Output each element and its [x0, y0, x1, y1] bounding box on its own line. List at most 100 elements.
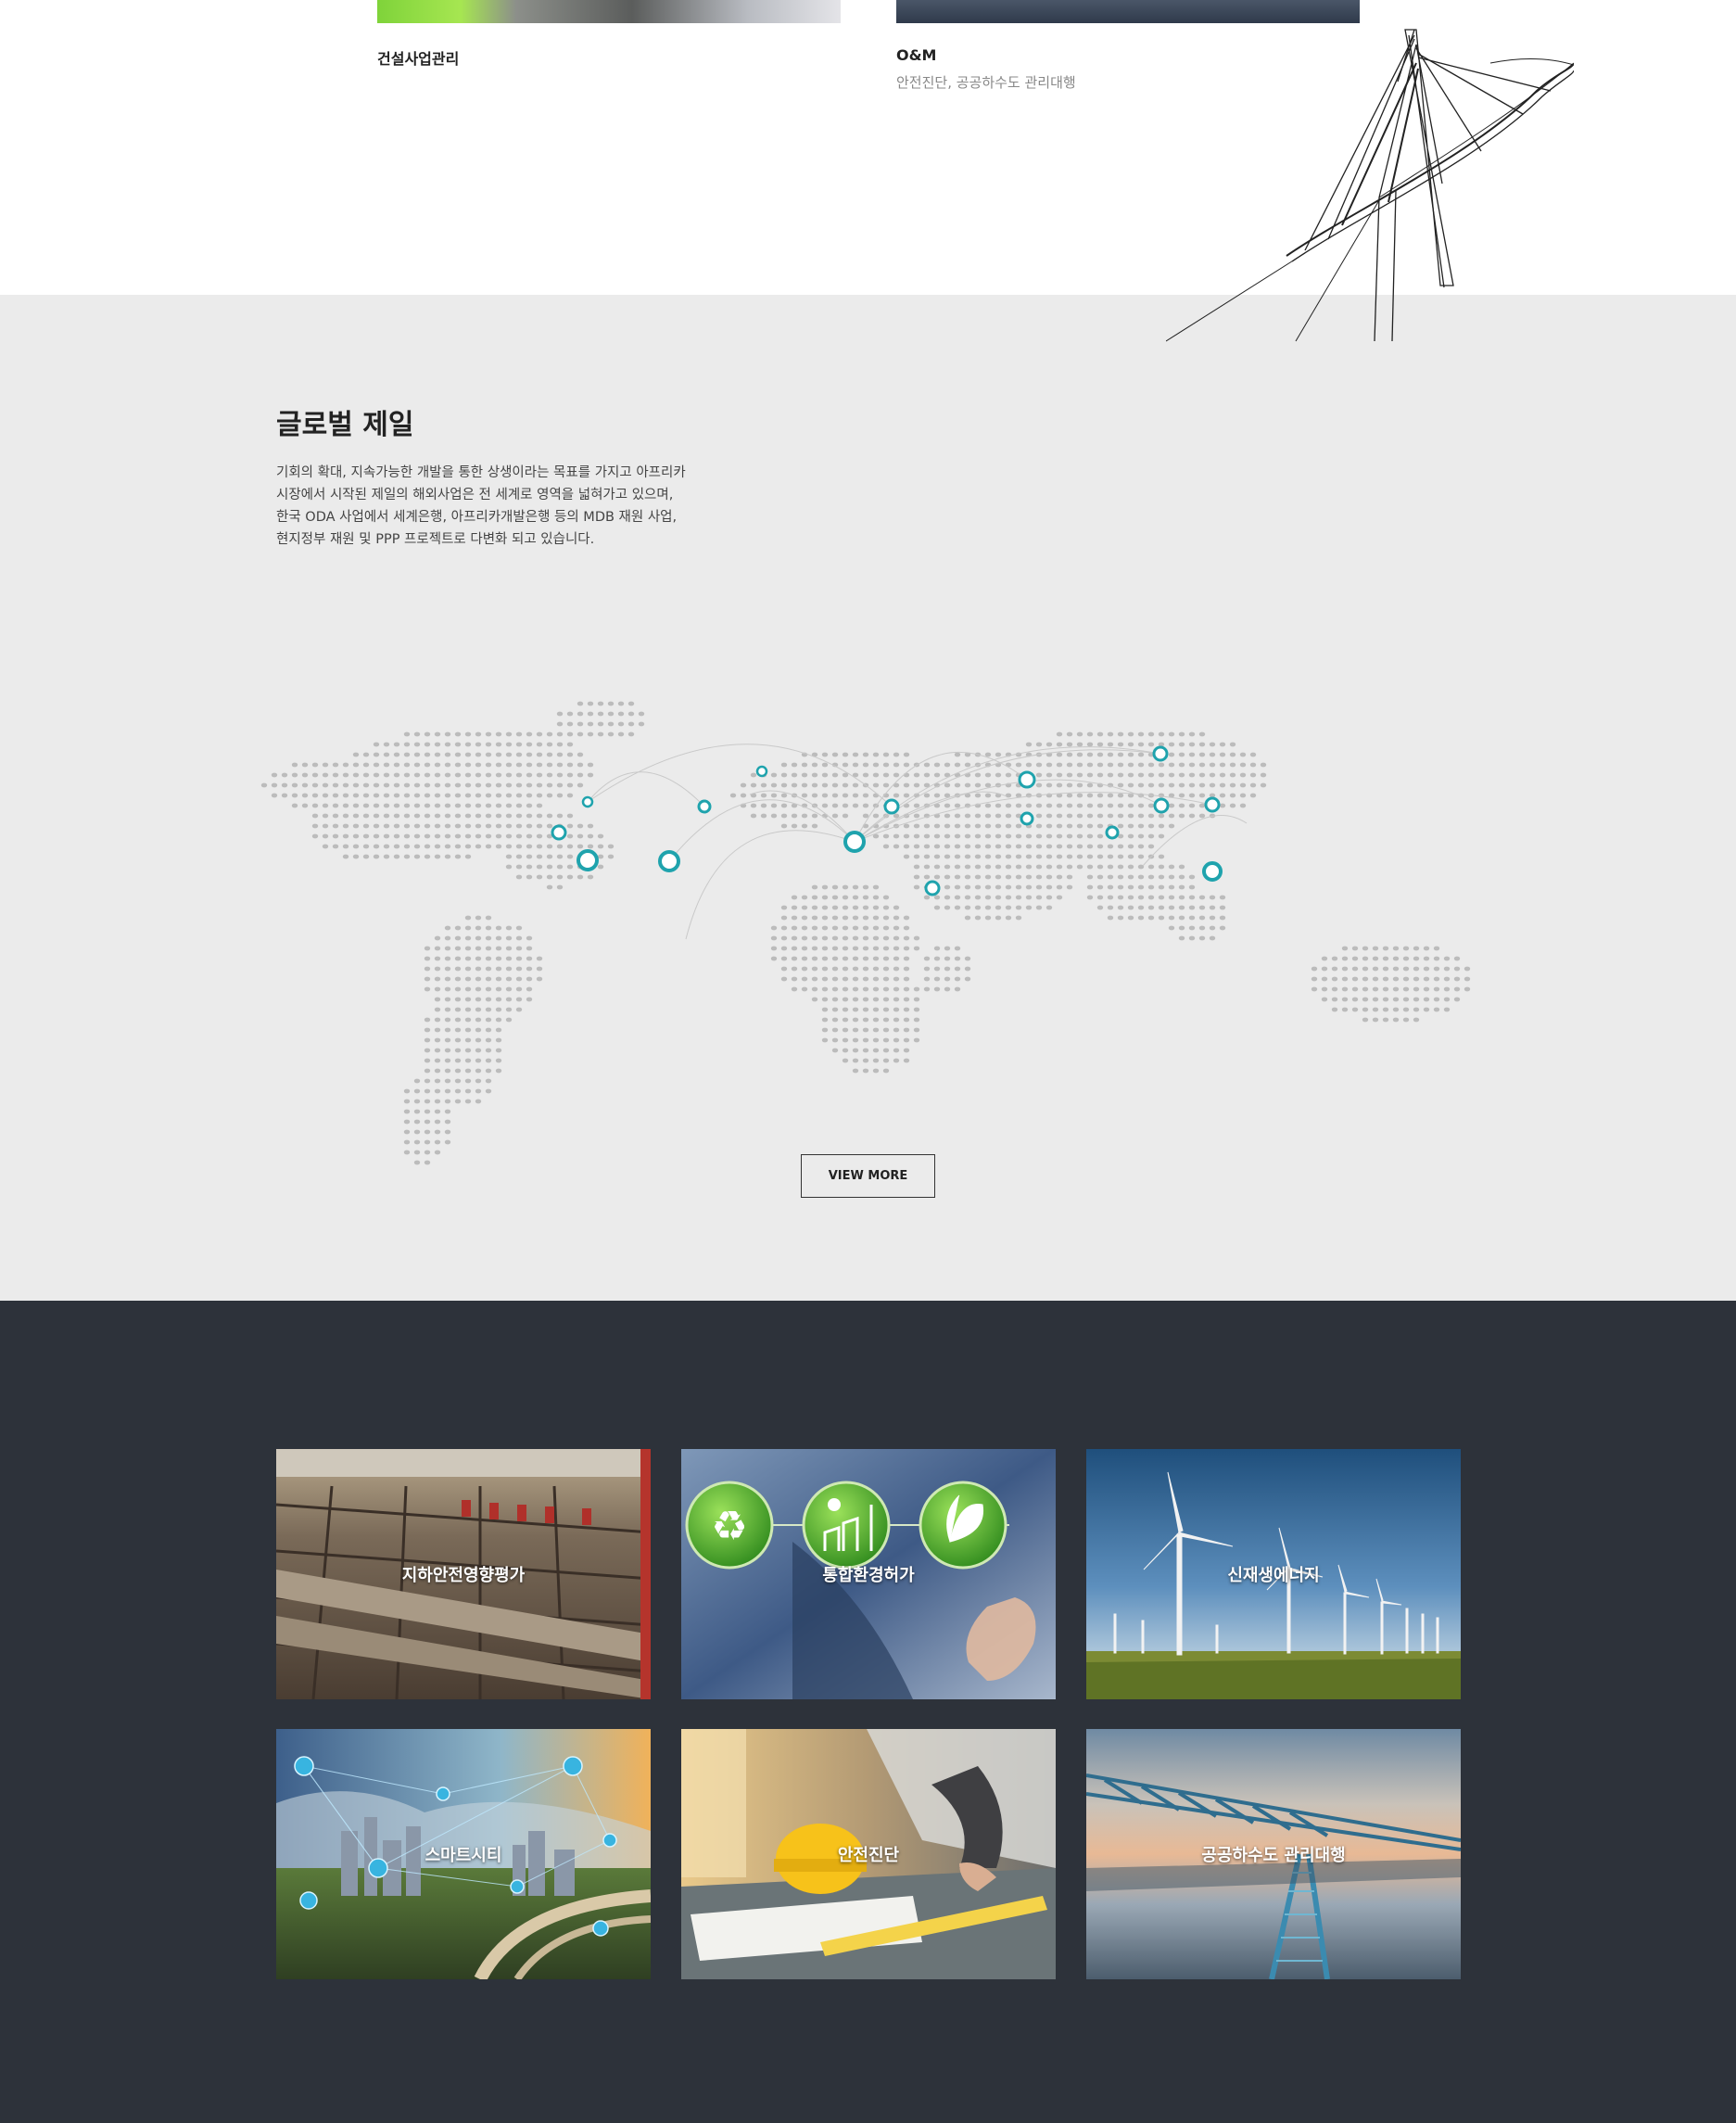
map-dot [495, 946, 502, 951]
map-dot [495, 731, 502, 737]
construction-management-title[interactable]: 건설사업관리 [377, 46, 459, 69]
map-dot [495, 986, 502, 992]
service-card-smart-city[interactable]: 스마트시티 [276, 1729, 651, 1979]
map-dot [515, 966, 523, 972]
map-dot [332, 813, 339, 819]
map-dot [1025, 895, 1033, 900]
map-dot [974, 844, 982, 849]
map-dot [373, 772, 380, 778]
map-dot [1147, 742, 1155, 747]
map-dot [311, 793, 319, 798]
map-dot [1056, 884, 1063, 890]
map-dot [974, 823, 982, 829]
map-dot [475, 813, 482, 819]
map-dot [811, 762, 818, 768]
map-dot [1117, 844, 1124, 849]
map-dot [1035, 772, 1043, 778]
map-dot [1433, 997, 1440, 1002]
map-dot [811, 782, 818, 788]
map-dot [587, 772, 594, 778]
construction-management-thumbnail[interactable] [377, 0, 841, 23]
map-dot [1198, 803, 1206, 808]
map-dot [1076, 762, 1083, 768]
map-dot [1127, 823, 1134, 829]
map-dot [342, 813, 349, 819]
map-dot [882, 752, 890, 757]
map-dot [862, 1027, 869, 1033]
service-card-integrated-environment-permit[interactable]: ♻ 통합환경허가 [681, 1449, 1056, 1699]
map-dot [995, 813, 1002, 819]
map-dot [454, 1099, 462, 1104]
map-dot [791, 895, 798, 900]
map-dot [1372, 986, 1379, 992]
map-dot [831, 793, 839, 798]
map-dot [893, 793, 900, 798]
map-dot [1413, 966, 1420, 972]
map-dot [424, 1129, 431, 1135]
view-more-button[interactable]: VIEW MORE [801, 1154, 935, 1198]
map-dot [311, 823, 319, 829]
map-dot [852, 782, 859, 788]
map-dot [801, 915, 808, 921]
map-dot [984, 895, 992, 900]
map-dot [444, 833, 451, 839]
map-dot [821, 884, 829, 890]
service-card-renewable-energy[interactable]: 신재생에너지 [1086, 1449, 1461, 1699]
map-dot [821, 915, 829, 921]
map-dot [1025, 854, 1033, 859]
map-dot [1321, 986, 1328, 992]
map-dot [1198, 895, 1206, 900]
map-dot [444, 1048, 451, 1053]
map-dot [760, 803, 767, 808]
global-description-line: 시장에서 시작된 제일의 해외사업은 전 세계로 영역을 넓혀가고 있으며, [276, 488, 674, 502]
map-dot [852, 1007, 859, 1012]
map-dot [791, 966, 798, 972]
map-dot [1402, 946, 1410, 951]
om-thumbnail[interactable] [896, 0, 1360, 23]
map-dot [893, 1048, 900, 1053]
map-dot [464, 742, 472, 747]
bridge-illustration [1166, 29, 1574, 342]
map-dot [1035, 782, 1043, 788]
map-dot [1107, 905, 1114, 910]
map-dot [352, 854, 360, 859]
map-dot [974, 874, 982, 880]
map-dot [1137, 884, 1145, 890]
map-dot [1168, 752, 1175, 757]
map-dot [444, 731, 451, 737]
map-dot [475, 803, 482, 808]
map-dot [1035, 803, 1043, 808]
map-dot [1198, 915, 1206, 921]
map-dot [1005, 823, 1012, 829]
map-dot [1147, 731, 1155, 737]
map-dot [383, 762, 390, 768]
map-dot [454, 966, 462, 972]
map-dot [1056, 874, 1063, 880]
om-title[interactable]: O&M [896, 46, 936, 64]
map-dot [882, 986, 890, 992]
map-dot [485, 1017, 492, 1023]
map-dot [821, 976, 829, 982]
map-dot [505, 997, 513, 1002]
map-dot [271, 793, 278, 798]
map-dot [842, 1037, 849, 1043]
service-card-safety-inspection[interactable]: 안전진단 [681, 1729, 1056, 1979]
map-dot [464, 1048, 472, 1053]
world-map-dots [260, 701, 1471, 1165]
map-dot [342, 762, 349, 768]
map-dot [403, 803, 411, 808]
map-dot [831, 1048, 839, 1053]
service-card-public-sewer-management[interactable]: 공공하수도 관리대행 [1086, 1729, 1461, 1979]
map-dot [984, 772, 992, 778]
map-dot [311, 772, 319, 778]
map-dot [444, 1099, 451, 1104]
map-dot [342, 803, 349, 808]
map-dot [1372, 966, 1379, 972]
map-dot [1198, 731, 1206, 737]
map-dot [872, 1007, 880, 1012]
service-card-underground-safety[interactable]: 지하안전영향평가 [276, 1449, 651, 1699]
map-dot [1382, 1017, 1389, 1023]
map-dot [1249, 782, 1257, 788]
map-dot [903, 915, 910, 921]
map-dot [413, 1109, 421, 1114]
